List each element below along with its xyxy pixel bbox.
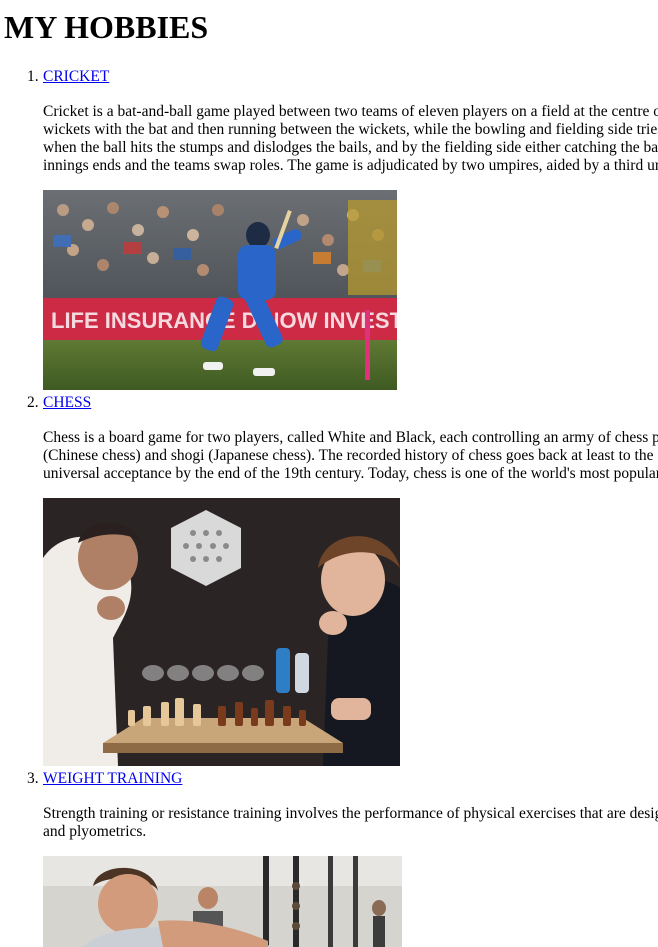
list-number: 3. — [27, 770, 39, 787]
weight-training-link[interactable]: WEIGHT TRAINING — [43, 770, 182, 788]
list-number: 2. — [27, 394, 39, 411]
text-line: (Chinese chess) and shogi (Japanese ches… — [43, 447, 658, 464]
cricket-link[interactable]: CRICKET — [43, 68, 109, 86]
chess-link[interactable]: CHESS — [43, 394, 91, 412]
chess-image — [43, 498, 400, 766]
text-line: Cricket is a bat-and-ball game played be… — [43, 103, 658, 120]
text-line: Strength training or resistance training… — [43, 805, 658, 822]
weight-training-image — [43, 856, 402, 947]
text-line: innings ends and the teams swap roles. T… — [43, 157, 658, 174]
text-line: and plyometrics. — [43, 823, 147, 840]
text-line: Chess is a board game for two players, c… — [43, 429, 658, 446]
chess-description: Chess is a board game for two players, c… — [43, 429, 658, 483]
page-title: MY HOBBIES — [4, 9, 209, 45]
text-line: wickets with the bat and then running be… — [43, 121, 658, 138]
cricket-image: LIFE INSURANCE D NOW INVEST — [43, 190, 397, 390]
cricket-description: Cricket is a bat-and-ball game played be… — [43, 103, 658, 175]
weight-training-description: Strength training or resistance training… — [43, 805, 658, 841]
text-line: universal acceptance by the end of the 1… — [43, 465, 658, 482]
list-number: 1. — [27, 68, 39, 85]
text-line: when the ball hits the stumps and dislod… — [43, 139, 658, 156]
